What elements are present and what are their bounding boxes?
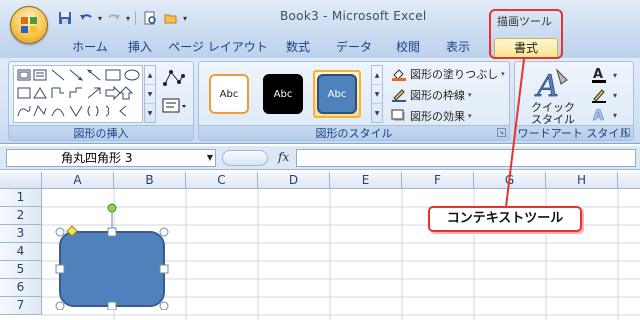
context-tool-callout: コンテキストツール bbox=[428, 206, 582, 232]
callout-leader-line bbox=[505, 58, 525, 208]
excel-window: ▾ ▾ ▾ Book3 - Microsoft Excel ホーム 挿入 ページ… bbox=[0, 0, 640, 320]
